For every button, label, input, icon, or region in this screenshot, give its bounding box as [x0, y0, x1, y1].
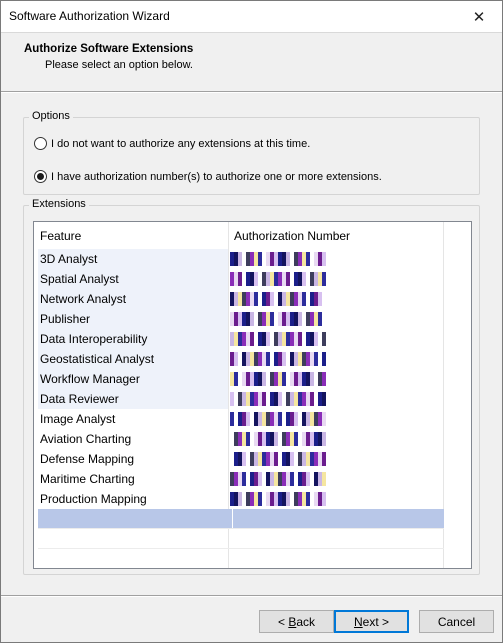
window-title: Software Authorization Wizard	[9, 9, 170, 23]
table-row[interactable]: Workflow Manager	[38, 369, 444, 389]
option-label: I have authorization number(s) to author…	[51, 170, 382, 183]
options-legend: Options	[29, 110, 73, 122]
new-entry-row[interactable]	[38, 509, 444, 528]
authorization-number-redacted[interactable]	[230, 432, 330, 446]
table-row[interactable]: Data Interoperability	[38, 329, 444, 349]
feature-cell: Aviation Charting	[40, 432, 132, 446]
column-header-feature[interactable]: Feature	[40, 229, 81, 243]
table-row[interactable]: Aviation Charting	[38, 429, 444, 449]
authorization-number-redacted[interactable]	[230, 372, 330, 386]
back-prefix: <	[277, 614, 289, 629]
header-divider	[1, 91, 502, 93]
table-row[interactable]: Publisher	[38, 309, 444, 329]
feature-cell: 3D Analyst	[38, 249, 228, 269]
next-rest: ext >	[362, 614, 390, 629]
row-divider	[38, 528, 444, 529]
back-button[interactable]: < Back	[259, 610, 334, 633]
radio-button[interactable]	[34, 137, 47, 150]
authorization-number-redacted[interactable]	[230, 292, 330, 306]
wizard-header: Authorize Software Extensions Please sel…	[1, 32, 502, 91]
table-body: 3D Analyst Spatial Analyst Network Analyst…	[38, 249, 444, 509]
row-divider	[38, 548, 444, 549]
authorization-number-redacted[interactable]	[230, 492, 330, 506]
option-authorize-extensions[interactable]: I have authorization number(s) to author…	[34, 170, 382, 183]
table-row[interactable]: Data Reviewer	[38, 389, 444, 409]
feature-cell: Defense Mapping	[40, 452, 135, 466]
cancel-label: Cancel	[437, 614, 476, 629]
table-row[interactable]: Geostatistical Analyst	[38, 349, 444, 369]
feature-cell: Maritime Charting	[40, 472, 135, 486]
authorization-number-redacted[interactable]	[230, 272, 330, 286]
table-row[interactable]: Image Analyst	[38, 409, 444, 429]
back-rest: ack	[296, 614, 316, 629]
feature-cell: Data Interoperability	[38, 329, 228, 349]
feature-cell: Image Analyst	[40, 412, 116, 426]
extensions-legend: Extensions	[29, 198, 89, 210]
table-row[interactable]: Maritime Charting	[38, 469, 444, 489]
feature-cell: Production Mapping	[40, 492, 147, 506]
wizard-window: Software Authorization Wizard ✕ Authoriz…	[0, 0, 503, 643]
authorization-number-redacted[interactable]	[230, 312, 330, 326]
table-row[interactable]: Production Mapping	[38, 489, 444, 509]
table-row[interactable]: Network Analyst	[38, 289, 444, 309]
table-row[interactable]: Spatial Analyst	[38, 269, 444, 289]
authorization-number-redacted[interactable]	[230, 392, 330, 406]
authorization-number-redacted[interactable]	[230, 452, 330, 466]
feature-cell: Data Reviewer	[38, 389, 228, 409]
feature-cell: Geostatistical Analyst	[38, 349, 228, 369]
table-row[interactable]: Defense Mapping	[38, 449, 444, 469]
authorization-number-redacted[interactable]	[230, 332, 330, 346]
back-mnemonic: B	[288, 614, 297, 629]
close-button[interactable]: ✕	[456, 1, 502, 32]
page-title: Authorize Software Extensions	[24, 43, 194, 55]
footer-divider	[1, 595, 502, 597]
page-subtitle: Please select an option below.	[45, 59, 193, 71]
extensions-group: Extensions Feature Authorization Number …	[23, 198, 480, 575]
title-bar: Software Authorization Wizard ✕	[1, 1, 502, 32]
extensions-table[interactable]: Feature Authorization Number 3D Analyst S…	[33, 221, 472, 569]
option-label: I do not want to authorize any extension…	[51, 137, 311, 150]
feature-cell: Spatial Analyst	[38, 269, 228, 289]
table-row[interactable]: 3D Analyst	[38, 249, 444, 269]
column-header-authorization-number[interactable]: Authorization Number	[234, 229, 350, 243]
radio-button[interactable]	[34, 170, 47, 183]
close-icon: ✕	[472, 8, 486, 26]
authorization-number-redacted[interactable]	[230, 472, 330, 486]
feature-cell: Network Analyst	[38, 289, 228, 309]
feature-cell: Publisher	[38, 309, 228, 329]
cell-divider	[232, 509, 233, 528]
next-mnemonic: N	[353, 614, 363, 629]
authorization-number-redacted[interactable]	[230, 412, 330, 426]
authorization-number-redacted[interactable]	[230, 252, 330, 266]
table-header: Feature Authorization Number	[34, 222, 471, 248]
feature-cell: Workflow Manager	[38, 369, 228, 389]
next-button[interactable]: Next >	[334, 610, 409, 633]
option-no-extensions[interactable]: I do not want to authorize any extension…	[34, 137, 310, 150]
cancel-button[interactable]: Cancel	[419, 610, 494, 633]
options-group: Options I do not want to authorize any e…	[23, 110, 480, 195]
authorization-number-redacted[interactable]	[230, 352, 330, 366]
